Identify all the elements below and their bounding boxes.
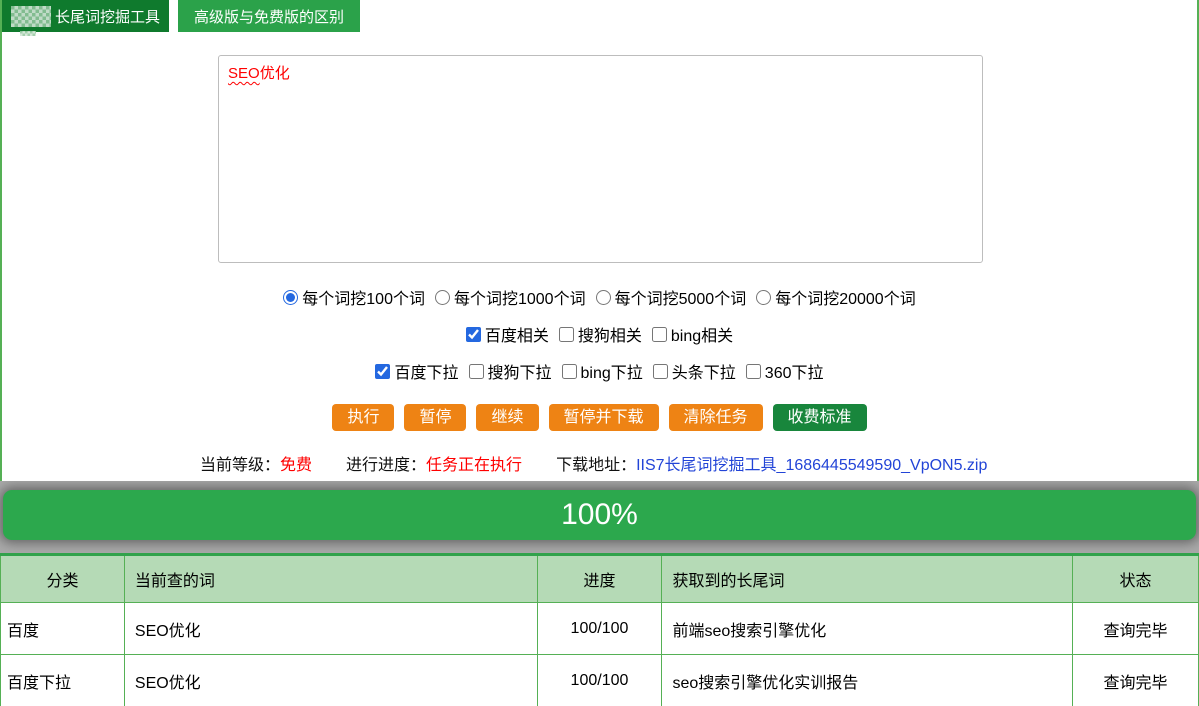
progress-label: 进行进度： (346, 457, 426, 474)
check-baidu-dropdown[interactable]: 百度下拉 (375, 359, 458, 383)
header-category: 分类 (1, 555, 125, 603)
download-link[interactable]: IIS7长尾词挖掘工具_1686445549590_VpON5.zip (636, 457, 987, 474)
tab-bar: 长尾词挖掘工具 高级版与免费版的区别 (2, 0, 1197, 32)
keyword-text-latin: SEO (228, 65, 260, 82)
check-sogou-related-label: 搜狗相关 (578, 322, 642, 346)
check-bing-dropdown[interactable]: bing下拉 (562, 359, 643, 383)
radio-mine-1000[interactable]: 每个词挖1000个词 (435, 285, 586, 309)
cell-current-word: SEO优化 (124, 603, 537, 655)
radio-mine-100[interactable]: 每个词挖100个词 (283, 285, 425, 309)
radio-mine-20000[interactable]: 每个词挖20000个词 (756, 285, 916, 309)
level-status: 当前等级：免费 (200, 451, 312, 475)
check-toutiao-dropdown-label: 头条下拉 (672, 359, 736, 383)
check-baidu-related-input[interactable] (466, 327, 481, 342)
radio-mine-20000-input[interactable] (756, 290, 771, 305)
censored-blur (11, 6, 51, 27)
download-label: 下载地址： (556, 457, 636, 474)
check-sogou-dropdown-input[interactable] (469, 364, 484, 379)
tab-keyword-tool-label: 长尾词挖掘工具 (55, 6, 160, 27)
cell-progress: 100/100 (537, 655, 662, 706)
cell-current-word: SEO优化 (124, 655, 537, 706)
table-row-baidu-dropdown: 百度下拉 SEO优化 100/100 seo搜索引擎优化实训报告 查询完毕 (1, 655, 1199, 706)
pause-and-download-button[interactable]: 暂停并下载 (549, 404, 659, 431)
keywords-textarea[interactable]: SEO优化 (218, 55, 983, 263)
progress-status: 进行进度：任务正在执行 (346, 451, 522, 475)
check-360-dropdown[interactable]: 360下拉 (746, 359, 824, 383)
level-value: 免费 (280, 457, 312, 474)
check-sogou-dropdown[interactable]: 搜狗下拉 (469, 359, 552, 383)
tab-keyword-tool[interactable]: 长尾词挖掘工具 (2, 0, 169, 32)
check-toutiao-dropdown[interactable]: 头条下拉 (653, 359, 736, 383)
radio-mine-100-input[interactable] (283, 290, 298, 305)
cell-category: 百度下拉 (1, 655, 125, 706)
header-status: 状态 (1073, 555, 1199, 603)
progress-value: 任务正在执行 (426, 457, 522, 474)
pricing-button[interactable]: 收费标准 (773, 404, 867, 431)
related-source-options: 百度相关 搜狗相关 bing相关 (2, 322, 1197, 346)
check-baidu-dropdown-label: 百度下拉 (394, 359, 458, 383)
check-bing-related[interactable]: bing相关 (652, 322, 733, 346)
mine-count-options: 每个词挖100个词 每个词挖1000个词 每个词挖5000个词 每个词挖2000… (2, 285, 1197, 309)
download-status: 下载地址：IIS7长尾词挖掘工具_1686445549590_VpON5.zip (556, 451, 987, 475)
action-buttons: 执行 暂停 继续 暂停并下载 清除任务 收费标准 (2, 404, 1197, 431)
cell-status: 查询完毕 (1073, 603, 1199, 655)
check-bing-dropdown-label: bing下拉 (581, 359, 643, 383)
radio-mine-1000-input[interactable] (435, 290, 450, 305)
cell-progress: 100/100 (537, 603, 662, 655)
results-table: 分类 当前查的词 进度 获取到的长尾词 状态 百度 SEO优化 100/100 … (0, 553, 1199, 706)
radio-mine-100-label: 每个词挖100个词 (302, 285, 425, 309)
cell-longtail-words: seo搜索引擎优化实训报告 (662, 655, 1073, 706)
cell-category: 百度 (1, 603, 125, 655)
check-sogou-related[interactable]: 搜狗相关 (559, 322, 642, 346)
progress-bar: 100% (3, 490, 1196, 540)
radio-mine-5000-label: 每个词挖5000个词 (615, 285, 747, 309)
radio-mine-5000-input[interactable] (596, 290, 611, 305)
check-baidu-dropdown-input[interactable] (375, 364, 390, 379)
resume-button[interactable]: 继续 (476, 404, 538, 431)
check-baidu-related-label: 百度相关 (485, 322, 549, 346)
tab-version-diff[interactable]: 高级版与免费版的区别 (178, 0, 360, 32)
table-header-row: 分类 当前查的词 进度 获取到的长尾词 状态 (1, 555, 1199, 603)
check-baidu-related[interactable]: 百度相关 (466, 322, 549, 346)
table-row-baidu: 百度 SEO优化 100/100 前端seo搜索引擎优化 查询完毕 (1, 603, 1199, 655)
level-label: 当前等级： (200, 457, 280, 474)
keyword-text-cjk: 优化 (260, 65, 290, 82)
check-bing-related-input[interactable] (652, 327, 667, 342)
clear-tasks-button[interactable]: 清除任务 (669, 404, 763, 431)
check-360-dropdown-label: 360下拉 (765, 359, 824, 383)
radio-mine-20000-label: 每个词挖20000个词 (775, 285, 916, 309)
check-toutiao-dropdown-input[interactable] (653, 364, 668, 379)
check-bing-dropdown-input[interactable] (562, 364, 577, 379)
header-longtail-words: 获取到的长尾词 (662, 555, 1073, 603)
radio-mine-1000-label: 每个词挖1000个词 (454, 285, 586, 309)
check-sogou-related-input[interactable] (559, 327, 574, 342)
header-progress: 进度 (537, 555, 662, 603)
cell-longtail-words: 前端seo搜索引擎优化 (662, 603, 1073, 655)
progress-percent: 100% (561, 498, 638, 532)
main-panel: 长尾词挖掘工具 高级版与免费版的区别 SEO优化 每个词挖100个词 每个词挖1… (0, 0, 1199, 481)
check-360-dropdown-input[interactable] (746, 364, 761, 379)
app-window: 长尾词挖掘工具 高级版与免费版的区别 SEO优化 每个词挖100个词 每个词挖1… (0, 0, 1199, 706)
status-bar: 当前等级：免费 进行进度：任务正在执行 下载地址：IIS7长尾词挖掘工具_168… (2, 451, 1197, 475)
radio-mine-5000[interactable]: 每个词挖5000个词 (596, 285, 747, 309)
pause-button[interactable]: 暂停 (404, 404, 466, 431)
header-current-word: 当前查的词 (124, 555, 537, 603)
cell-status: 查询完毕 (1073, 655, 1199, 706)
tab-version-diff-label: 高级版与免费版的区别 (194, 6, 344, 27)
results-section: 100% 分类 当前查的词 进度 获取到的长尾词 状态 百度 SEO优化 100… (0, 481, 1199, 706)
execute-button[interactable]: 执行 (332, 404, 394, 431)
check-bing-related-label: bing相关 (671, 322, 733, 346)
dropdown-source-options: 百度下拉 搜狗下拉 bing下拉 头条下拉 360下拉 (2, 359, 1197, 383)
check-sogou-dropdown-label: 搜狗下拉 (488, 359, 552, 383)
